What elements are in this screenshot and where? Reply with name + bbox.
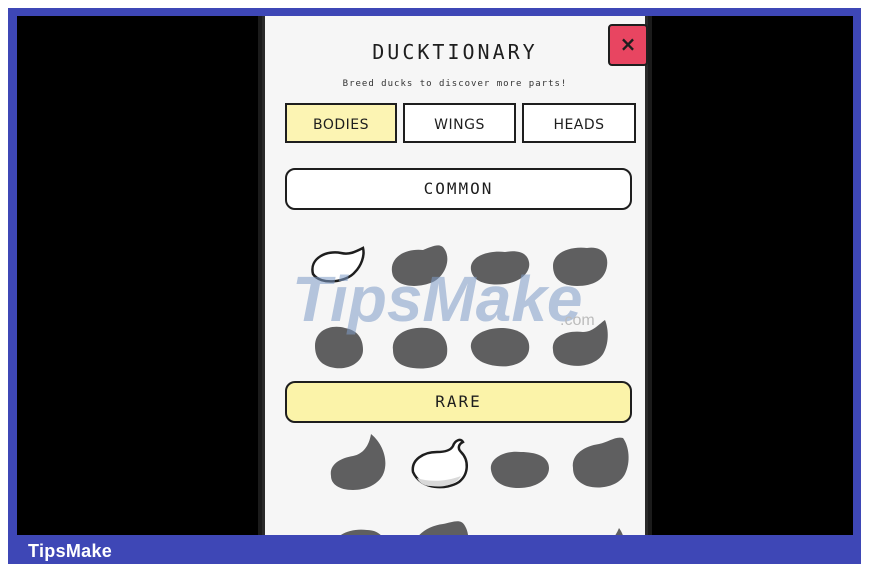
locked-body-silhouette-icon <box>330 434 386 490</box>
close-button[interactable]: × <box>608 24 648 66</box>
duck-body-outline-icon <box>411 438 468 489</box>
rare-parts-grid <box>305 426 629 535</box>
body-part-locked[interactable] <box>545 314 615 374</box>
locked-body-silhouette-icon <box>419 521 469 535</box>
locked-body-silhouette-icon <box>392 327 448 369</box>
locked-body-silhouette-icon <box>490 451 549 488</box>
locked-body-silhouette-icon <box>615 528 623 535</box>
game-screen: DUCKTIONARY × Breed ducks to discover mo… <box>17 16 853 535</box>
tab-bodies[interactable]: BODIES <box>285 103 397 143</box>
dialog-title: DUCKTIONARY <box>372 40 538 64</box>
locked-body-silhouette-icon <box>470 251 530 285</box>
locked-body-silhouette-icon <box>391 245 448 286</box>
body-part-locked[interactable] <box>325 432 395 492</box>
video-frame: DUCKTIONARY × Breed ducks to discover mo… <box>8 8 861 564</box>
body-part-locked[interactable] <box>565 508 635 535</box>
category-rare-banner: RARE <box>285 381 632 423</box>
duck-body-outline-icon <box>311 246 365 283</box>
locked-body-silhouette-icon <box>341 529 381 535</box>
common-parts-grid <box>305 226 625 376</box>
locked-body-silhouette-icon <box>553 247 608 286</box>
body-part-locked[interactable] <box>485 432 555 492</box>
dialog-subtitle: Breed ducks to discover more parts! <box>342 79 568 89</box>
body-part-unlocked[interactable] <box>405 432 475 492</box>
locked-body-silhouette-icon <box>315 326 363 369</box>
body-part-locked[interactable] <box>385 314 455 374</box>
locked-body-silhouette-icon <box>572 437 629 488</box>
body-part-locked[interactable] <box>565 432 635 492</box>
body-part-locked[interactable] <box>305 314 375 374</box>
body-part-locked[interactable] <box>325 508 395 535</box>
locked-body-silhouette-icon <box>470 328 530 367</box>
tab-heads[interactable]: HEADS <box>522 103 636 143</box>
footer-brand: TipsMake <box>28 541 113 561</box>
locked-body-silhouette-icon <box>485 508 555 535</box>
body-part-locked[interactable] <box>465 236 535 296</box>
footer-bar: TipsMake <box>8 535 861 564</box>
body-part-locked[interactable] <box>385 236 455 296</box>
tab-wings[interactable]: WINGS <box>403 103 516 143</box>
body-part-locked[interactable] <box>405 508 475 535</box>
body-part-locked[interactable] <box>545 236 615 296</box>
category-common-banner: COMMON <box>285 168 632 210</box>
body-part-unlocked[interactable] <box>305 236 375 296</box>
body-part-locked[interactable] <box>485 508 555 535</box>
ducktionary-panel: DUCKTIONARY × Breed ducks to discover mo… <box>262 16 648 535</box>
body-part-locked[interactable] <box>465 314 535 374</box>
locked-body-silhouette-icon <box>552 320 608 366</box>
